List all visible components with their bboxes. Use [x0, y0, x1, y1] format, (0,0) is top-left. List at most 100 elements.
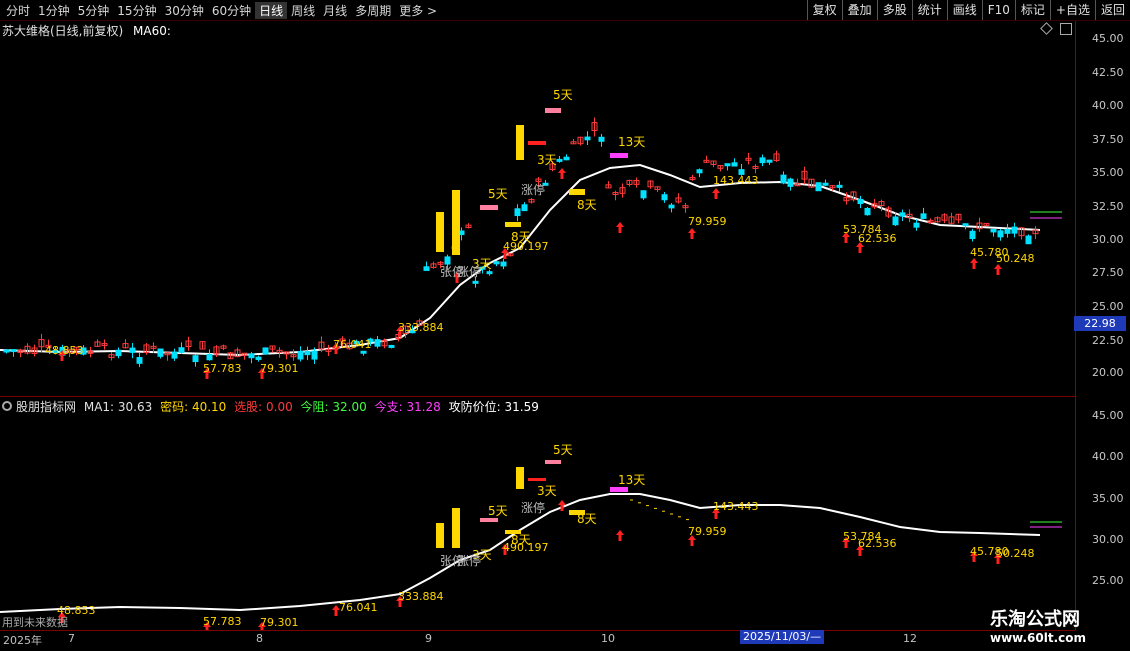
sub-limit-up-label: 涨停 — [457, 554, 482, 568]
candle-body — [192, 355, 199, 363]
candle-body — [388, 344, 395, 348]
candle-body — [920, 213, 927, 219]
candle-body — [997, 230, 1004, 238]
sub-day-label: 5天 — [488, 504, 508, 518]
candle-body — [297, 351, 304, 360]
candle-body — [255, 356, 262, 360]
watermark-title: 乐淘公式网 — [990, 609, 1080, 630]
day-label: 8天 — [511, 230, 531, 244]
candle-body — [724, 163, 731, 167]
up-arrow-icon — [688, 228, 696, 239]
axis-label: 37.50 — [1092, 133, 1124, 146]
up-arrow-icon — [994, 264, 1002, 275]
month-label: 7 — [68, 632, 75, 645]
sub-day-label: 3天 — [537, 484, 557, 498]
candle-body — [521, 204, 528, 212]
day-label: 5天 — [553, 88, 573, 102]
candle-body — [248, 353, 255, 359]
sub-value-label: 333.884 — [398, 590, 444, 603]
candle-body — [696, 169, 703, 174]
sub-highlight-bar — [545, 460, 561, 464]
value-label: 57.783 — [203, 362, 242, 375]
candle-body — [136, 357, 143, 364]
candle-body — [374, 339, 381, 347]
highlight-bar — [452, 190, 460, 255]
axis-label: 35.00 — [1092, 166, 1124, 179]
kline-chart[interactable] — [0, 0, 1075, 630]
up-arrow-icon — [970, 258, 978, 269]
highlight-bar — [528, 141, 546, 145]
candle-body — [962, 223, 969, 227]
candle-body — [1025, 235, 1032, 245]
candle-body — [157, 348, 164, 357]
candle-body — [822, 182, 829, 186]
candle-body — [899, 212, 906, 217]
candle-body — [731, 162, 738, 167]
candle-body — [759, 157, 766, 164]
candle-body — [836, 184, 843, 188]
sub-day-label: 5天 — [553, 443, 573, 457]
back-button[interactable]: 返回 — [1094, 0, 1130, 20]
value-label: 79.959 — [688, 215, 727, 228]
axis-label: 32.50 — [1092, 200, 1124, 213]
candle-body — [423, 266, 430, 271]
sub-day-label: 13天 — [618, 473, 646, 487]
candle-body — [472, 280, 479, 284]
candle-body — [969, 230, 976, 240]
candle-body — [857, 198, 864, 205]
candle-body — [787, 178, 794, 187]
highlight-bar — [436, 212, 444, 252]
limit-up-label: 涨停 — [521, 183, 546, 197]
axis-label: 40.00 — [1092, 99, 1124, 112]
candle-body — [913, 222, 920, 228]
day-label: 8天 — [577, 198, 597, 212]
up-arrow-icon — [616, 222, 624, 233]
value-label: 76.041 — [333, 338, 372, 351]
sub-value-label: 50.248 — [996, 547, 1035, 560]
up-arrow-icon — [712, 188, 720, 199]
sub-highlight-bar — [516, 467, 524, 489]
value-label: 143.443 — [713, 174, 759, 187]
value-label: 48.853 — [45, 344, 84, 357]
candle-body — [171, 351, 178, 359]
watermark-url: www.60lt.com — [990, 631, 1087, 645]
sub-day-label: 8天 — [577, 512, 597, 526]
sub-axis-label: 35.00 — [1092, 492, 1124, 505]
candle-body — [598, 136, 605, 142]
sub-axis-label: 25.00 — [1092, 574, 1124, 587]
current-price-badge: 22.98 — [1074, 316, 1126, 331]
value-label: 62.536 — [858, 232, 897, 245]
candle-body — [661, 194, 668, 201]
highlight-bar — [569, 189, 585, 195]
candle-body — [892, 216, 899, 226]
value-label: 50.248 — [996, 252, 1035, 265]
highlight-bar — [480, 205, 498, 210]
sub-value-label: 76.041 — [339, 601, 378, 614]
sub-value-label: 143.443 — [713, 500, 759, 513]
highlight-bar — [610, 153, 628, 158]
sub-limit-up-label: 涨停 — [521, 501, 546, 515]
cursor-date: 2025/11/03/— — [740, 630, 825, 644]
sub-highlight-bar — [452, 508, 460, 548]
future-data-note: 用到未来数据 — [2, 616, 68, 629]
ma60-line — [0, 163, 1041, 357]
up-arrow-icon — [616, 530, 624, 541]
candle-body — [311, 350, 318, 360]
highlight-bar — [505, 222, 521, 227]
candle-body — [360, 350, 367, 354]
sub-value-label: 79.959 — [688, 525, 727, 538]
candle-body — [493, 261, 500, 265]
candle-body — [1011, 226, 1018, 234]
sub-day-label: 8天 — [511, 533, 531, 547]
sub-value-label: 79.301 — [260, 616, 299, 629]
candle-body — [514, 208, 521, 217]
sub-value-label: 62.536 — [858, 537, 897, 550]
month-label: 2025年 — [3, 634, 42, 647]
up-arrow-icon — [558, 168, 566, 179]
day-label: 13天 — [618, 135, 646, 149]
candle-body — [10, 349, 17, 353]
axis-label: 45.00 — [1092, 32, 1124, 45]
limit-up-label: 涨停 — [457, 265, 482, 279]
candle-body — [3, 349, 10, 353]
sub-axis-label: 40.00 — [1092, 450, 1124, 463]
